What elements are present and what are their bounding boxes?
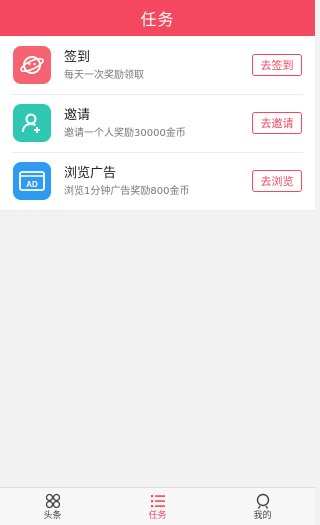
task-desc: 邀请一个人奖励30000金币 xyxy=(64,127,186,139)
tab-mine[interactable]: 我的 xyxy=(210,488,315,525)
task-title: 邀请 xyxy=(64,107,91,123)
planet-icon xyxy=(13,46,51,84)
task-item-signin: 签到 每天一次奖励领取 去签到 xyxy=(0,36,315,94)
list-icon xyxy=(149,492,167,510)
task-item-invite: 邀请 邀请一个人奖励30000金币 去邀请 xyxy=(0,94,315,152)
user-add-icon xyxy=(13,104,51,142)
task-desc: 每天一次奖励领取 xyxy=(64,69,144,81)
browse-ads-button[interactable]: 去浏览 xyxy=(252,170,302,192)
page-title: 任务 xyxy=(140,10,175,29)
grid-icon xyxy=(44,492,62,510)
ad-icon-text: AD xyxy=(26,180,38,189)
tab-label: 我的 xyxy=(253,510,272,521)
bottom-tab-bar: 头条 任务 我的 xyxy=(0,487,315,525)
tab-label: 任务 xyxy=(148,510,167,521)
task-text: 签到 每天一次奖励领取 xyxy=(64,49,252,82)
task-item-ads: AD 浏览广告 浏览1分钟广告奖励800金币 去浏览 xyxy=(0,152,315,210)
task-list: 签到 每天一次奖励领取 去签到 邀请 邀请一个人奖励30000金币 去邀请 AD xyxy=(0,36,315,211)
ad-icon: AD xyxy=(13,162,51,200)
signin-button[interactable]: 去签到 xyxy=(252,54,302,76)
invite-button[interactable]: 去邀请 xyxy=(252,112,302,134)
tab-tasks[interactable]: 任务 xyxy=(105,488,210,525)
task-title: 签到 xyxy=(64,49,91,65)
app-header: 任务 xyxy=(0,0,315,36)
task-text: 邀请 邀请一个人奖励30000金币 xyxy=(64,107,252,140)
tab-headlines[interactable]: 头条 xyxy=(0,488,105,525)
task-text: 浏览广告 浏览1分钟广告奖励800金币 xyxy=(64,165,252,198)
person-icon xyxy=(254,492,272,510)
tab-label: 头条 xyxy=(43,510,62,521)
task-title: 浏览广告 xyxy=(64,165,117,181)
task-desc: 浏览1分钟广告奖励800金币 xyxy=(64,185,190,197)
